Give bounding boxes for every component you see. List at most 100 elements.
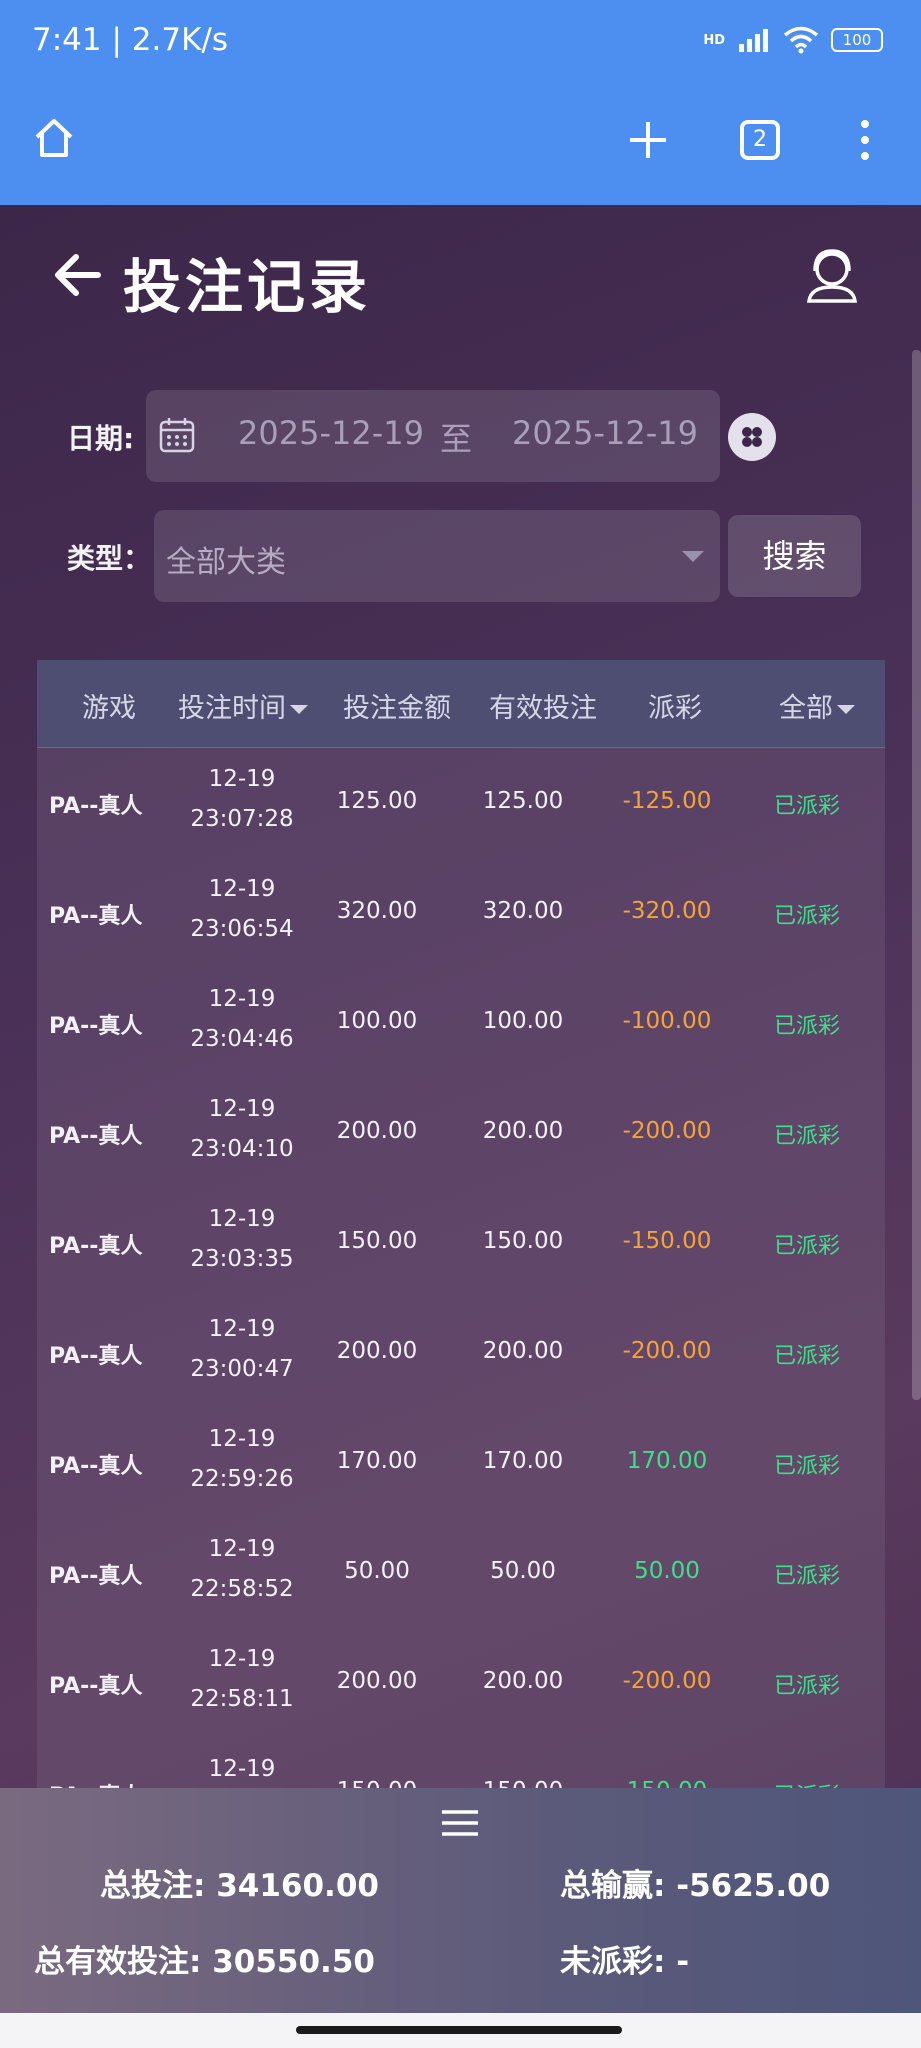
row-bet-amount: 200.00 — [336, 1338, 418, 1364]
row-date: 12-19 — [208, 1206, 276, 1232]
table-row[interactable]: PA--真人 12-19 23:03:35 150.00 150.00 -150.00 已派… — [37, 1188, 885, 1298]
table-row[interactable]: PA--真人 12-19 23:06:54 320.00 320.00 -320.00 已派… — [37, 858, 885, 968]
row-time: 23:06:54 — [190, 916, 294, 942]
bet-records-page: 投注记录 日期: 2025-12-19 至 2025-12-19 类型： 全部大… — [0, 205, 921, 2048]
row-time: 23:03:35 — [190, 1246, 294, 1272]
row-valid-bet: 200.00 — [482, 1118, 564, 1144]
row-valid-bet: 170.00 — [482, 1448, 564, 1474]
row-game: PA--真人 — [49, 1564, 143, 1589]
row-bet-amount: 200.00 — [336, 1668, 418, 1694]
page-title: 投注记录 — [123, 253, 372, 321]
table-row[interactable]: PA--真人 12-19 23:07:28 125.00 125.00 -125.00 已派… — [37, 748, 885, 858]
row-valid-bet: 100.00 — [482, 1008, 564, 1034]
row-bet-amount: 320.00 — [336, 898, 418, 924]
status-icons: HD 100 — [703, 26, 883, 54]
row-date: 12-19 — [208, 1646, 276, 1672]
row-time: 23:04:10 — [190, 1136, 294, 1162]
unsettled-label: 未派彩: — [560, 1944, 666, 1980]
table-row[interactable]: PA--真人 12-19 22:58:52 50.00 50.00 50.00 已派彩 — [37, 1518, 885, 1628]
more-icon[interactable] — [858, 118, 872, 162]
chevron-down-icon — [682, 551, 704, 562]
bet-records-table: 游戏 投注时间 投注金额 有效投注 派彩 全部 PA--真人 12-19 23:07… — [37, 660, 885, 1790]
type-select[interactable]: 全部大类 — [154, 510, 720, 602]
network-badge: HD — [703, 32, 725, 48]
clear-glyph-icon — [742, 427, 762, 447]
col-bet-time-label: 投注时间 — [178, 693, 286, 724]
row-game: PA--真人 — [49, 794, 143, 819]
col-status-filter[interactable]: 全部 — [757, 686, 877, 725]
total-winloss-value: -5625.00 — [676, 1868, 831, 1904]
table-row[interactable]: PA--真人 12-19 23:04:46 100.00 100.00 -100.00 已派… — [37, 968, 885, 1078]
tabs-icon[interactable]: 2 — [740, 120, 780, 160]
row-payout: -200.00 — [622, 1668, 712, 1694]
row-game: PA--真人 — [49, 904, 143, 929]
menu-icon[interactable] — [440, 1808, 480, 1838]
table-row[interactable]: PA--真人 12-19 23:04:10 200.00 200.00 -200.00 已派… — [37, 1078, 885, 1188]
col-bet-time[interactable]: 投注时间 — [173, 686, 313, 725]
row-payout: -100.00 — [622, 1008, 712, 1034]
row-game: PA--真人 — [49, 1234, 143, 1259]
row-status: 已派彩 — [773, 1344, 840, 1369]
type-label: 类型： — [67, 542, 152, 575]
date-range-picker[interactable]: 2025-12-19 至 2025-12-19 — [146, 390, 720, 482]
row-game: PA--真人 — [49, 1124, 143, 1149]
row-time: 22:58:52 — [190, 1576, 294, 1602]
row-valid-bet: 200.00 — [482, 1668, 564, 1694]
date-to[interactable]: 2025-12-19 — [512, 414, 698, 452]
row-game: PA--真人 — [49, 1344, 143, 1369]
home-icon[interactable] — [33, 117, 75, 159]
row-status: 已派彩 — [773, 1014, 840, 1039]
search-button[interactable]: 搜索 — [728, 515, 861, 597]
table-row[interactable]: PA--真人 12-19 22:58:11 200.00 200.00 -200.00 已派… — [37, 1628, 885, 1738]
row-status: 已派彩 — [773, 904, 840, 929]
date-from[interactable]: 2025-12-19 — [238, 414, 424, 452]
back-arrow-icon[interactable] — [48, 245, 108, 305]
unsettled: 未派彩: - — [560, 1936, 689, 1981]
row-payout: 170.00 — [626, 1448, 708, 1474]
plus-icon[interactable] — [628, 120, 668, 160]
col-game: 游戏 — [82, 693, 136, 724]
row-date: 12-19 — [208, 766, 276, 792]
row-bet-amount: 50.00 — [344, 1558, 410, 1584]
row-game: PA--真人 — [49, 1674, 143, 1699]
row-bet-amount: 200.00 — [336, 1118, 418, 1144]
unsettled-value: - — [676, 1944, 690, 1980]
type-value: 全部大类 — [166, 545, 286, 580]
browser-toolbar: 7:41 | 2.7K/s HD 100 2 — [0, 0, 921, 205]
table-row[interactable]: PA--真人 12-19 22:59:26 170.00 170.00 170.00 已派彩 — [37, 1408, 885, 1518]
row-status: 已派彩 — [773, 1124, 840, 1149]
support-agent-icon[interactable] — [801, 243, 863, 305]
row-status: 已派彩 — [773, 1564, 840, 1589]
row-status: 已派彩 — [773, 1454, 840, 1479]
table-row[interactable]: PA--真人 12-19 23:00:47 200.00 200.00 -200.00 已派… — [37, 1298, 885, 1408]
row-valid-bet: 150.00 — [482, 1228, 564, 1254]
gesture-nav-pill[interactable] — [296, 2026, 622, 2034]
total-valid-bet: 总有效投注: 30550.50 — [34, 1936, 375, 1981]
row-bet-amount: 125.00 — [336, 788, 418, 814]
total-bet: 总投注: 34160.00 — [100, 1860, 379, 1905]
total-winloss-label: 总输赢: — [560, 1868, 666, 1904]
row-payout: -320.00 — [622, 898, 712, 924]
row-time: 23:04:46 — [190, 1026, 294, 1052]
row-time: 22:59:26 — [190, 1466, 294, 1492]
row-valid-bet: 320.00 — [482, 898, 564, 924]
row-valid-bet: 125.00 — [482, 788, 564, 814]
col-valid-bet: 有效投注 — [489, 693, 597, 724]
scrollbar[interactable] — [912, 350, 921, 1400]
row-payout: -200.00 — [622, 1118, 712, 1144]
date-label: 日期: — [67, 422, 135, 455]
row-bet-amount: 170.00 — [336, 1448, 418, 1474]
summary-footer: 总投注: 34160.00 总输赢: -5625.00 总有效投注: 30550… — [0, 1788, 921, 2013]
table-row[interactable]: PA--真人12-19150.00150.00150.00已派彩 — [37, 1738, 885, 1790]
clear-icon[interactable] — [728, 413, 776, 461]
row-payout: -200.00 — [622, 1338, 712, 1364]
row-bet-amount: 150.00 — [336, 1228, 418, 1254]
date-separator: 至 — [440, 420, 473, 458]
row-time: 22:58:11 — [190, 1686, 294, 1712]
wifi-icon — [783, 26, 819, 54]
table-header: 游戏 投注时间 投注金额 有效投注 派彩 全部 — [37, 660, 885, 748]
status-time: 7:41 | 2.7K/s — [32, 22, 228, 58]
row-bet-amount: 100.00 — [336, 1008, 418, 1034]
row-date: 12-19 — [208, 1426, 276, 1452]
row-valid-bet: 200.00 — [482, 1338, 564, 1364]
